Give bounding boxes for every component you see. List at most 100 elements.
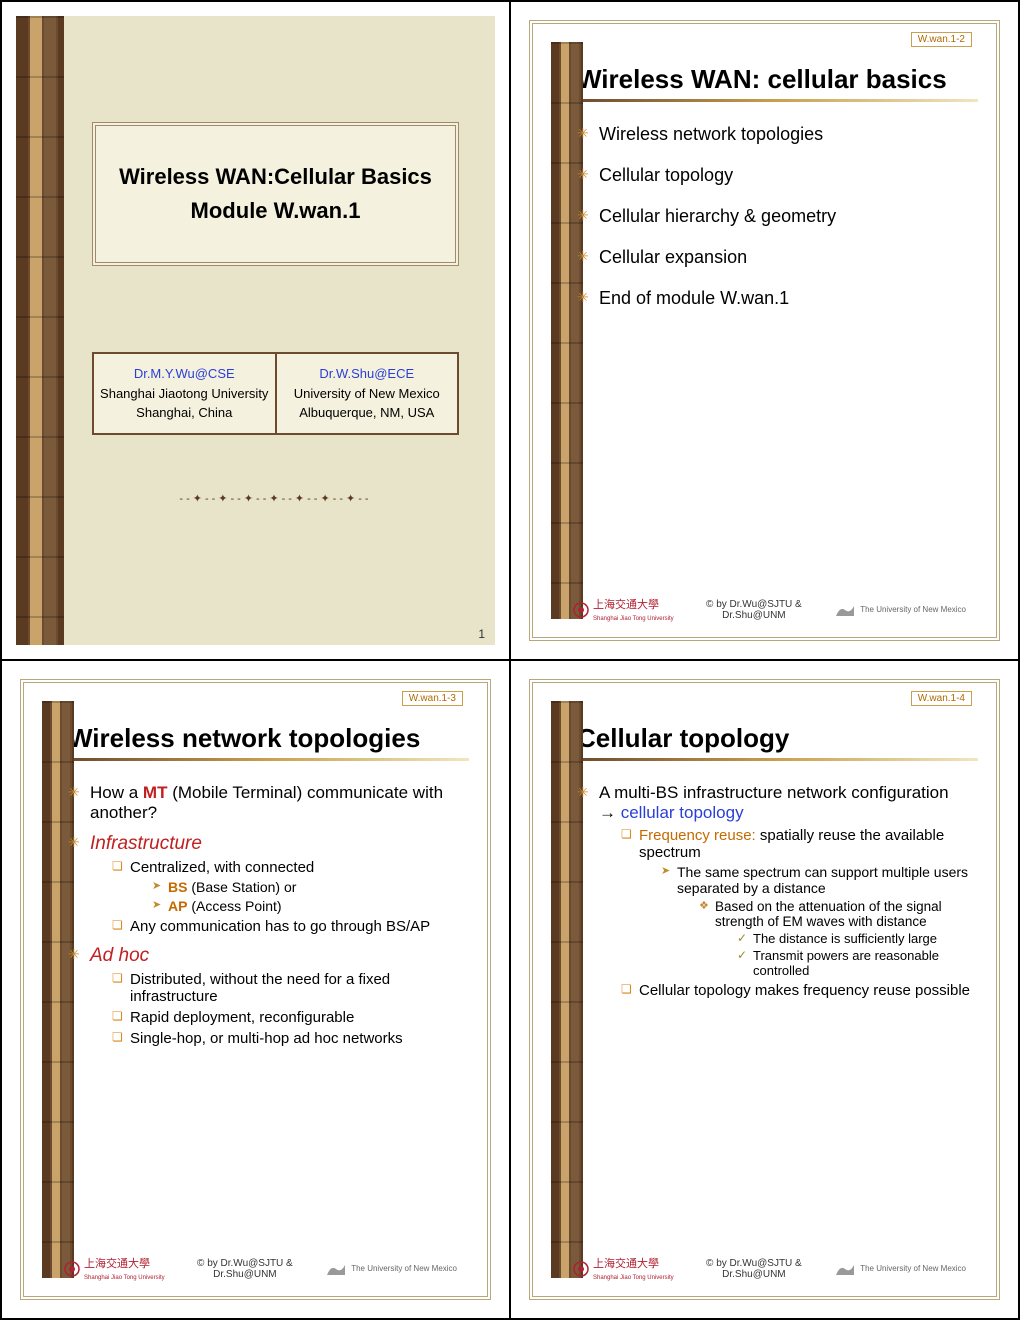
slide4-badge: W.wan.1-4: [911, 691, 972, 706]
infra-sublist: Centralized, with connected BS (Base Sta…: [90, 859, 469, 935]
l5a: The distance is sufficiently large: [737, 931, 978, 946]
sjtu-logo-icon: [64, 1261, 80, 1277]
author-2-email: Dr.W.Shu@ECE: [283, 364, 452, 384]
slide3-badge: W.wan.1-3: [402, 691, 463, 706]
slide-3: W.wan.1-3 Wireless network topologies Ho…: [1, 660, 510, 1319]
sjtu-logo-icon: [573, 1261, 589, 1277]
slide3-question: How a MT (Mobile Terminal) communicate w…: [68, 783, 469, 823]
infra-sub1-text: Centralized, with connected: [130, 859, 314, 876]
footer-right-logo: The University of New Mexico: [834, 602, 966, 618]
infra-bs: BS (Base Station) or: [152, 879, 469, 895]
title-box: Wireless WAN:Cellular Basics Module W.wa…: [92, 122, 459, 266]
adhoc-sub1: Distributed, without the need for a fixe…: [112, 971, 469, 1005]
slide-2: W.wan.1-2 Wireless WAN: cellular basics …: [510, 1, 1019, 660]
slide2-item-5: End of module W.wan.1: [577, 288, 978, 309]
slide3-inner: Wireless network topologies How a MT (Mo…: [68, 723, 469, 1047]
authors-row: Dr.M.Y.Wu@CSE Shanghai Jiaotong Universi…: [92, 352, 459, 435]
adhoc-sub3: Single-hop, or multi-hop ad hoc networks: [112, 1030, 469, 1047]
footer-right-logo: The University of New Mexico: [834, 1261, 966, 1277]
slide4-underline: [577, 758, 978, 761]
l4-text: Based on the attenuation of the signal s…: [715, 899, 942, 929]
bs-strong: BS: [168, 879, 187, 895]
author-2-cell: Dr.W.Shu@ECE University of New Mexico Al…: [277, 352, 460, 435]
freq-reuse: Frequency reuse: spatially reuse the ava…: [621, 827, 978, 978]
slide3-adhoc: Ad hoc Distributed, without the need for…: [68, 945, 469, 1047]
l1-arrow: →: [599, 803, 616, 822]
footer-right-text: The University of New Mexico: [351, 1264, 457, 1273]
slide2-item-2: Cellular topology: [577, 165, 978, 186]
slide4-footer: 上海交通大學 Shanghai Jiao Tong University © b…: [573, 1255, 966, 1282]
footer-left-logo: 上海交通大學 Shanghai Jiao Tong University: [573, 1255, 674, 1282]
unm-logo-icon: [834, 1261, 856, 1277]
footer-left-sub: Shanghai Jiao Tong University: [84, 1275, 165, 1281]
footer-copyright: © by Dr.Wu@SJTU & Dr.Shu@UNM: [674, 1258, 835, 1280]
adhoc-sublist: Distributed, without the need for a fixe…: [90, 971, 469, 1047]
footer-left-sub: Shanghai Jiao Tong University: [593, 616, 674, 622]
infra-sub1-list: BS (Base Station) or AP (Access Point): [130, 879, 469, 914]
slide2-badge: W.wan.1-2: [911, 32, 972, 47]
slide2-underline: [577, 99, 978, 102]
footer-right-logo: The University of New Mexico: [325, 1261, 457, 1277]
footer-copyright: © by Dr.Wu@SJTU & Dr.Shu@UNM: [674, 599, 835, 621]
slide2-item-1: Wireless network topologies: [577, 124, 978, 145]
slide3-title: Wireless network topologies: [68, 723, 469, 754]
adhoc-label: Ad hoc: [90, 945, 149, 966]
bs-rest: (Base Station) or: [187, 879, 296, 895]
ap-rest: (Access Point): [187, 898, 281, 914]
slide2-item-4: Cellular expansion: [577, 247, 978, 268]
slide2-list: Wireless network topologies Cellular top…: [577, 124, 978, 309]
adhoc-sub2: Rapid deployment, reconfigurable: [112, 1009, 469, 1026]
slide2-inner: Wireless WAN: cellular basics Wireless n…: [577, 64, 978, 309]
title-line-2: Module W.wan.1: [116, 198, 435, 224]
slide4-lvl3: The same spectrum can support multiple u…: [639, 864, 978, 978]
ap-strong: AP: [168, 898, 187, 914]
slide1-left-stripe: [16, 16, 64, 645]
l2-orange: Frequency reuse:: [639, 827, 756, 844]
l1-blue: cellular topology: [616, 803, 744, 822]
author-2-loc: Albuquerque, NM, USA: [283, 403, 452, 423]
footer-copyright: © by Dr.Wu@SJTU & Dr.Shu@UNM: [165, 1258, 326, 1280]
author-1-cell: Dr.M.Y.Wu@CSE Shanghai Jiaotong Universi…: [92, 352, 277, 435]
footer-right-text: The University of New Mexico: [860, 1264, 966, 1273]
infra-sub1: Centralized, with connected BS (Base Sta…: [112, 859, 469, 914]
slide1-background: [16, 16, 495, 645]
footer-left-logo: 上海交通大學 Shanghai Jiao Tong University: [64, 1255, 165, 1282]
l5b: Transmit powers are reasonable controlle…: [737, 948, 978, 978]
infra-ap: AP (Access Point): [152, 898, 469, 914]
l1-text: A multi-BS infrastructure network config…: [599, 783, 949, 802]
title-line-1: Wireless WAN:Cellular Basics: [116, 164, 435, 190]
infra-label: Infrastructure: [90, 833, 202, 854]
author-2-org: University of New Mexico: [283, 384, 452, 404]
slide2-frame: W.wan.1-2 Wireless WAN: cellular basics …: [529, 20, 1000, 641]
slide2-title: Wireless WAN: cellular basics: [577, 64, 978, 95]
footer-left-logo: 上海交通大學 Shanghai Jiao Tong University: [573, 596, 674, 623]
l2b: Cellular topology makes frequency reuse …: [621, 982, 978, 999]
decoration-row: --✦--✦--✦--✦--✦--✦--✦--: [92, 492, 459, 505]
slide4-title: Cellular topology: [577, 723, 978, 754]
author-1-email: Dr.M.Y.Wu@CSE: [100, 364, 269, 384]
slide3-underline: [68, 758, 469, 761]
q-pre: How a: [90, 783, 143, 802]
slide3-list: How a MT (Mobile Terminal) communicate w…: [68, 783, 469, 1047]
footer-right-text: The University of New Mexico: [860, 605, 966, 614]
slide-1-title: Wireless WAN:Cellular Basics Module W.wa…: [1, 1, 510, 660]
infra-sub2: Any communication has to go through BS/A…: [112, 918, 469, 935]
sjtu-logo-icon: [573, 602, 589, 618]
slide3-frame: W.wan.1-3 Wireless network topologies Ho…: [20, 679, 491, 1300]
footer-left-sub: Shanghai Jiao Tong University: [593, 1275, 674, 1281]
slide2-footer: 上海交通大學 Shanghai Jiao Tong University © b…: [573, 596, 966, 623]
q-mt: MT: [143, 783, 168, 802]
slide4-frame: W.wan.1-4 Cellular topology A multi-BS i…: [529, 679, 1000, 1300]
slide4-inner: Cellular topology A multi-BS infrastruct…: [577, 723, 978, 999]
slide2-item-3: Cellular hierarchy & geometry: [577, 206, 978, 227]
slide4-item1: A multi-BS infrastructure network config…: [577, 783, 978, 999]
footer-left-text: 上海交通大學: [593, 1258, 659, 1270]
footer-left-text: 上海交通大學: [84, 1258, 150, 1270]
slide3-infrastructure: Infrastructure Centralized, with connect…: [68, 833, 469, 935]
footer-left-text: 上海交通大學: [593, 599, 659, 611]
slide1-page-number: 1: [478, 627, 485, 641]
slide4-lvl5: The distance is sufficiently large Trans…: [715, 931, 978, 978]
slide-4: W.wan.1-4 Cellular topology A multi-BS i…: [510, 660, 1019, 1319]
l3-text: The same spectrum can support multiple u…: [677, 864, 968, 896]
l4: Based on the attenuation of the signal s…: [699, 899, 978, 978]
